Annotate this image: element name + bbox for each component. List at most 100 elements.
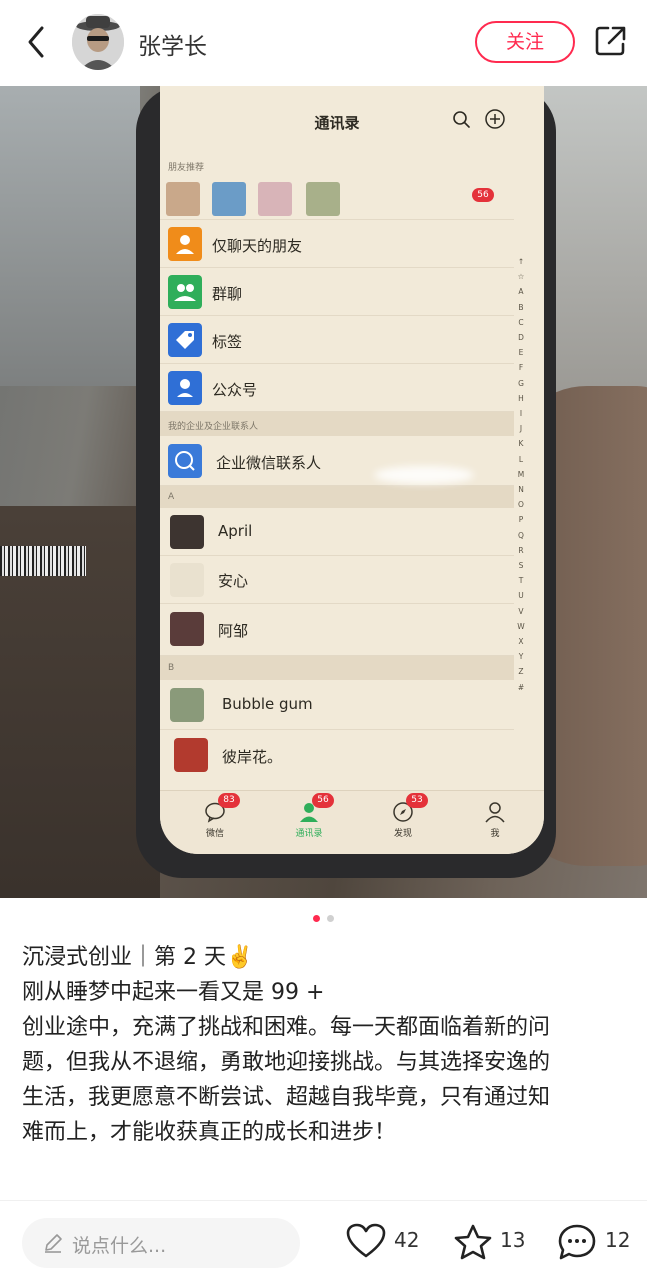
alphabet-letter: W xyxy=(517,621,525,631)
contacts-row: 公众号 xyxy=(160,364,514,412)
share-out-icon[interactable] xyxy=(594,24,628,58)
alphabet-letter: E xyxy=(518,348,524,358)
alphabet-letter: V xyxy=(518,606,524,616)
alphabet-letter: C xyxy=(518,317,524,327)
back-icon[interactable] xyxy=(22,24,52,60)
tab-label: 通讯录 xyxy=(295,829,323,839)
screen-glare xyxy=(374,466,474,484)
alphabet-letter: O xyxy=(518,500,524,510)
contact-row: Bubble gum xyxy=(160,680,514,730)
comment-button[interactable]: 12 xyxy=(557,1218,631,1264)
tab-badge: 53 xyxy=(406,793,428,808)
top-bar: 张学长 关注 xyxy=(0,0,647,86)
alphabet-letter: Y xyxy=(518,652,524,662)
post-line: 题，但我从不退缩，勇敢地迎接挑战。与其选择安逸的 xyxy=(22,1050,551,1075)
section-letter: B xyxy=(168,663,175,673)
screen-tabbar: 微信 83 通讯录 56 发现 53 我 xyxy=(160,790,544,854)
contact-avatar xyxy=(170,515,204,549)
post-line: 创业途中，充满了挑战和困难。每一天都面临着新的问 xyxy=(22,1015,551,1040)
row-label: 企业微信联系人 xyxy=(216,454,322,472)
contact-name: Bubble gum xyxy=(222,695,313,713)
post-line: 刚从睡梦中起来一看又是 99 + xyxy=(22,980,325,1005)
contact-avatar xyxy=(170,612,204,646)
tab-badge: 56 xyxy=(312,793,334,808)
post-title: 沉浸式创业｜第 2 天✌️ xyxy=(22,945,254,970)
barcode-sticker xyxy=(0,546,86,576)
alphabet-letter: K xyxy=(518,439,524,449)
star-icon xyxy=(454,1224,492,1260)
contact-avatar xyxy=(170,563,204,597)
post-content: 沉浸式创业｜第 2 天✌️ 刚从睡梦中起来一看又是 99 + 创业途中，充满了挑… xyxy=(22,940,628,1150)
alphabet-letter: ↑ xyxy=(517,257,525,266)
carousel-dots xyxy=(313,915,337,923)
alphabet-letter: Q xyxy=(518,530,524,540)
comment-count: 12 xyxy=(605,1228,631,1252)
alphabet-letter: P xyxy=(518,515,524,525)
add-circle-icon xyxy=(484,108,506,130)
row-label: 仅聊天的朋友 xyxy=(212,237,303,255)
comment-bubble-icon xyxy=(558,1224,596,1260)
row-label: 群聊 xyxy=(212,285,243,303)
enterprise-label: 我的企业及企业联系人 xyxy=(168,422,259,432)
section-band xyxy=(160,656,514,680)
tab-badge: 83 xyxy=(218,793,240,808)
contact-avatar xyxy=(174,738,208,772)
post-line: 难而上，才能收获真正的成长和进步！ xyxy=(22,1120,397,1145)
bottom-bar: 说点什么... 42 13 12 xyxy=(0,1200,647,1280)
section-band xyxy=(160,486,514,508)
alphabet-letter: # xyxy=(517,682,525,692)
alphabet-letter: G xyxy=(518,378,524,388)
person-icon xyxy=(485,802,505,823)
contact-avatar xyxy=(170,688,204,722)
row-label: 公众号 xyxy=(212,381,258,399)
comment-placeholder: 说点什么... xyxy=(72,1235,167,1257)
alphabet-letter: B xyxy=(518,302,524,312)
search-icon xyxy=(452,110,472,130)
tab-me: 我 xyxy=(460,801,530,839)
alphabet-letter: I xyxy=(519,409,523,419)
tag-icon xyxy=(168,323,202,357)
contact-name: 彼岸花。 xyxy=(222,748,283,766)
enterprise-icon xyxy=(168,444,202,478)
tab-contacts: 通讯录 56 xyxy=(274,793,344,839)
alphabet-letter: ☆ xyxy=(517,272,525,282)
row-label: 标签 xyxy=(212,333,243,351)
tab-label: 微信 xyxy=(205,829,224,839)
tab-discover: 发现 53 xyxy=(368,793,438,839)
alphabet-letter: M xyxy=(517,469,525,479)
contact-row: April xyxy=(160,508,514,556)
alphabet-letter: D xyxy=(518,333,524,343)
like-count: 42 xyxy=(394,1228,420,1252)
official-account-icon xyxy=(168,371,202,405)
tab-label: 发现 xyxy=(393,829,412,839)
collect-button[interactable]: 13 xyxy=(453,1218,527,1264)
heart-icon xyxy=(346,1223,386,1258)
contact-name: April xyxy=(218,522,253,540)
carousel-dot-active xyxy=(313,915,320,922)
follow-button[interactable]: 关注 xyxy=(475,21,575,63)
contact-row: 彼岸花。 xyxy=(160,730,514,782)
alphabet-index: ↑ ☆ A B C D E F G H I J K L M N O P Q R S T U V W X Y Z # xyxy=(514,254,528,695)
author-name[interactable]: 张学长 xyxy=(138,27,207,61)
collect-count: 13 xyxy=(500,1228,526,1252)
alphabet-letter: J xyxy=(519,424,523,434)
post-line: 生活，我更愿意不断尝试、超越自我毕竟，只有通过知 xyxy=(22,1085,551,1110)
recommend-row xyxy=(160,168,514,220)
like-button[interactable]: 42 xyxy=(346,1218,422,1264)
comment-input[interactable]: 说点什么... xyxy=(22,1218,300,1268)
contact-name: 阿邹 xyxy=(218,622,249,640)
background-wall xyxy=(0,86,140,386)
person-chat-icon xyxy=(168,227,202,261)
author-avatar[interactable] xyxy=(72,14,124,70)
contacts-row: 群聊 xyxy=(160,268,514,316)
alphabet-letter: S xyxy=(518,561,524,571)
pencil-icon xyxy=(45,1234,62,1253)
alphabet-letter: X xyxy=(518,637,524,647)
contact-row: 阿邹 xyxy=(160,604,514,656)
post-photo[interactable]: 通讯录 朋友推荐 56 仅聊天的朋友 群聊 标签 公众号 我的企业及企业联系人 … xyxy=(0,86,647,898)
contacts-row: 仅聊天的朋友 xyxy=(160,220,514,268)
section-letter: A xyxy=(168,492,175,502)
alphabet-letter: T xyxy=(518,576,524,586)
alphabet-letter: A xyxy=(518,287,524,297)
contacts-row: 标签 xyxy=(160,316,514,364)
